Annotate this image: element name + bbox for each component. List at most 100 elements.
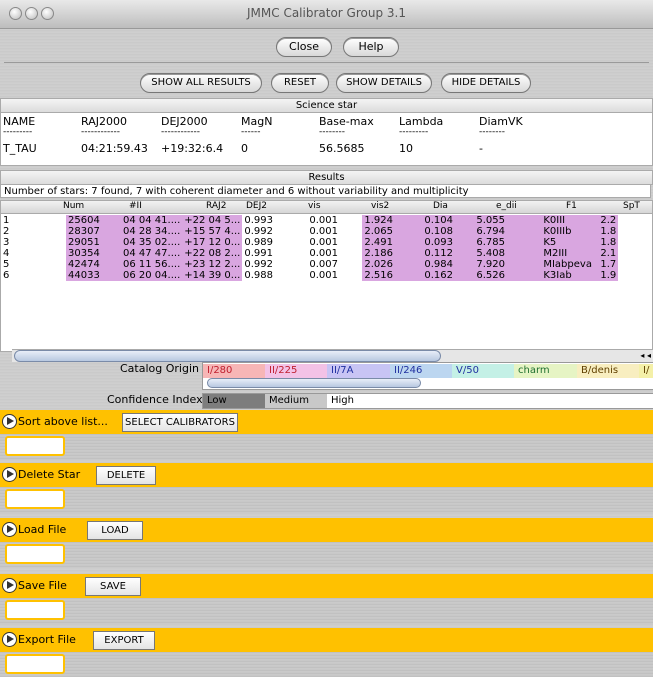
cell-num: 5 <box>3 259 10 270</box>
cell-e-dia: 0.162 <box>422 270 475 281</box>
load-param-field[interactable] <box>5 544 65 564</box>
cell-vis2: 0.001 <box>309 215 338 226</box>
cell-hip: 42474 <box>66 259 121 270</box>
delete-label: Delete Star <box>18 468 81 481</box>
cell-f1: 6.526 <box>474 270 542 281</box>
table-row[interactable]: 4 30354 04 47 47.... +22 08 2... 0.991 0… <box>1 248 619 259</box>
window-title: JMMC Calibrator Group 3.1 <box>247 6 406 20</box>
play-icon[interactable] <box>2 578 17 593</box>
cell-vis: 0.991 <box>244 248 273 259</box>
delete-param-field[interactable] <box>5 489 65 509</box>
cell-f1: 5.055 <box>474 215 542 226</box>
scroll-arrows-icon[interactable]: ◂ ◂ <box>640 350 651 361</box>
science-dash: -------- <box>479 127 505 137</box>
cell-ra: 04 04 41.... <box>121 215 183 226</box>
science-lambda-value: 10 <box>399 142 413 155</box>
cell-dec: +23 12 2... <box>182 259 243 270</box>
play-icon[interactable] <box>2 632 17 647</box>
science-dash: ------------ <box>161 127 200 137</box>
cell-num: 2 <box>3 226 10 237</box>
results-column-header: Num #II RAJ2 DEJ2 vis vis2 Dia e_dii F1 … <box>1 201 652 214</box>
cell-spt: K0III <box>541 215 599 226</box>
col-dej2[interactable]: DEJ2 <box>246 201 267 211</box>
cell-vis: 0.993 <box>244 215 273 226</box>
table-row[interactable]: 5 42474 06 11 56.... +23 12 2... 0.992 0… <box>1 259 619 270</box>
catalog-item: II/225 <box>265 364 327 378</box>
confidence-legend-panel: Low Medium High <box>202 393 653 409</box>
close-button[interactable]: Close <box>276 37 332 57</box>
results-table: 1 25604 04 04 41.... +22 04 5... 0.993 0… <box>1 215 619 281</box>
delete-button[interactable]: DELETE <box>96 466 156 485</box>
cell-e-dia: 0.984 <box>422 259 475 270</box>
science-magn-value: 0 <box>241 142 248 155</box>
cell-ra: 06 20 04.... <box>121 270 183 281</box>
export-param-field[interactable] <box>5 654 65 674</box>
show-all-results-button[interactable]: SHOW ALL RESULTS <box>140 73 262 93</box>
cell-dia: 1.924 <box>362 215 423 226</box>
col-f1[interactable]: F1 <box>566 201 577 211</box>
science-dash: --------- <box>3 127 33 137</box>
save-button[interactable]: SAVE <box>85 577 141 596</box>
sort-param-field[interactable] <box>5 436 65 456</box>
reset-button[interactable]: RESET <box>271 73 329 93</box>
cell-ra: 04 35 02.... <box>121 237 183 248</box>
select-calibrators-button[interactable]: SELECT CALIBRATORS <box>122 413 238 432</box>
cell-dia: 2.065 <box>362 226 423 237</box>
cell-spt: M2III <box>541 248 599 259</box>
cell-f1: 6.785 <box>474 237 542 248</box>
science-dash: ------ <box>241 127 261 137</box>
catalog-origin-label: Catalog Origin <box>120 362 199 375</box>
science-dash: -------- <box>319 127 345 137</box>
confidence-low: Low <box>203 394 265 408</box>
col-dia[interactable]: Dia <box>433 201 448 211</box>
col-raj2[interactable]: RAJ2 <box>206 201 226 211</box>
hide-details-button[interactable]: HIDE DETAILS <box>441 73 531 93</box>
col-e-dia[interactable]: e_dii <box>496 201 517 211</box>
cell-e-dia: 0.112 <box>422 248 475 259</box>
load-button[interactable]: LOAD <box>87 521 143 540</box>
col-hip[interactable]: #II <box>129 201 142 211</box>
play-icon[interactable] <box>2 467 17 482</box>
cell-hip: 44033 <box>66 270 121 281</box>
play-icon[interactable] <box>2 414 17 429</box>
table-row[interactable]: 6 44033 06 20 04.... +14 39 0... 0.988 0… <box>1 270 619 281</box>
cell-e-dia: 0.104 <box>422 215 475 226</box>
save-label: Save File <box>18 579 67 592</box>
separator <box>4 62 649 63</box>
load-section: Load File LOAD <box>0 518 653 542</box>
science-diamvk-value: - <box>479 142 483 155</box>
cell-e-dia: 0.093 <box>422 237 475 248</box>
export-button[interactable]: EXPORT <box>93 631 155 650</box>
science-dash: ------------ <box>81 127 120 137</box>
cell-e-dia: 0.108 <box>422 226 475 237</box>
results-hscrollbar-track[interactable]: ◂ ◂ <box>12 349 653 362</box>
load-label: Load File <box>18 523 67 536</box>
cell-dia: 2.516 <box>362 270 423 281</box>
col-num[interactable]: Num <box>63 201 84 211</box>
show-details-button[interactable]: SHOW DETAILS <box>336 73 432 93</box>
col-spt[interactable]: SpT <box>623 201 640 211</box>
results-hscrollbar-thumb[interactable] <box>14 350 441 362</box>
cell-spt: K0IIIb <box>541 226 599 237</box>
cell-vis: 0.989 <box>244 237 273 248</box>
help-button[interactable]: Help <box>343 37 399 57</box>
science-dash: --------- <box>399 127 429 137</box>
catalog-scrollbar-thumb[interactable] <box>207 378 421 388</box>
col-vis2[interactable]: vis2 <box>371 201 389 211</box>
results-header: Results <box>0 170 653 185</box>
table-row[interactable]: 3 29051 04 35 02.... +17 12 0... 0.989 0… <box>1 237 619 248</box>
cell-extra: 1.9 <box>598 270 619 281</box>
table-row[interactable]: 2 28307 04 28 34.... +15 57 4... 0.992 0… <box>1 226 619 237</box>
export-label: Export File <box>18 633 76 646</box>
cell-spt: K5 <box>541 237 599 248</box>
col-vis[interactable]: vis <box>308 201 321 211</box>
science-star-panel: NAME RAJ2000 DEJ2000 MagN Base-max Lambd… <box>0 112 653 166</box>
cell-f1: 6.794 <box>474 226 542 237</box>
title-bar: JMMC Calibrator Group 3.1 <box>0 0 653 29</box>
play-icon[interactable] <box>2 522 17 537</box>
table-row[interactable]: 1 25604 04 04 41.... +22 04 5... 0.993 0… <box>1 215 619 226</box>
save-param-field[interactable] <box>5 600 65 620</box>
science-dec-value: +19:32:6.4 <box>161 142 224 155</box>
science-star-header: Science star <box>0 98 653 113</box>
cell-extra: 1.8 <box>598 226 619 237</box>
